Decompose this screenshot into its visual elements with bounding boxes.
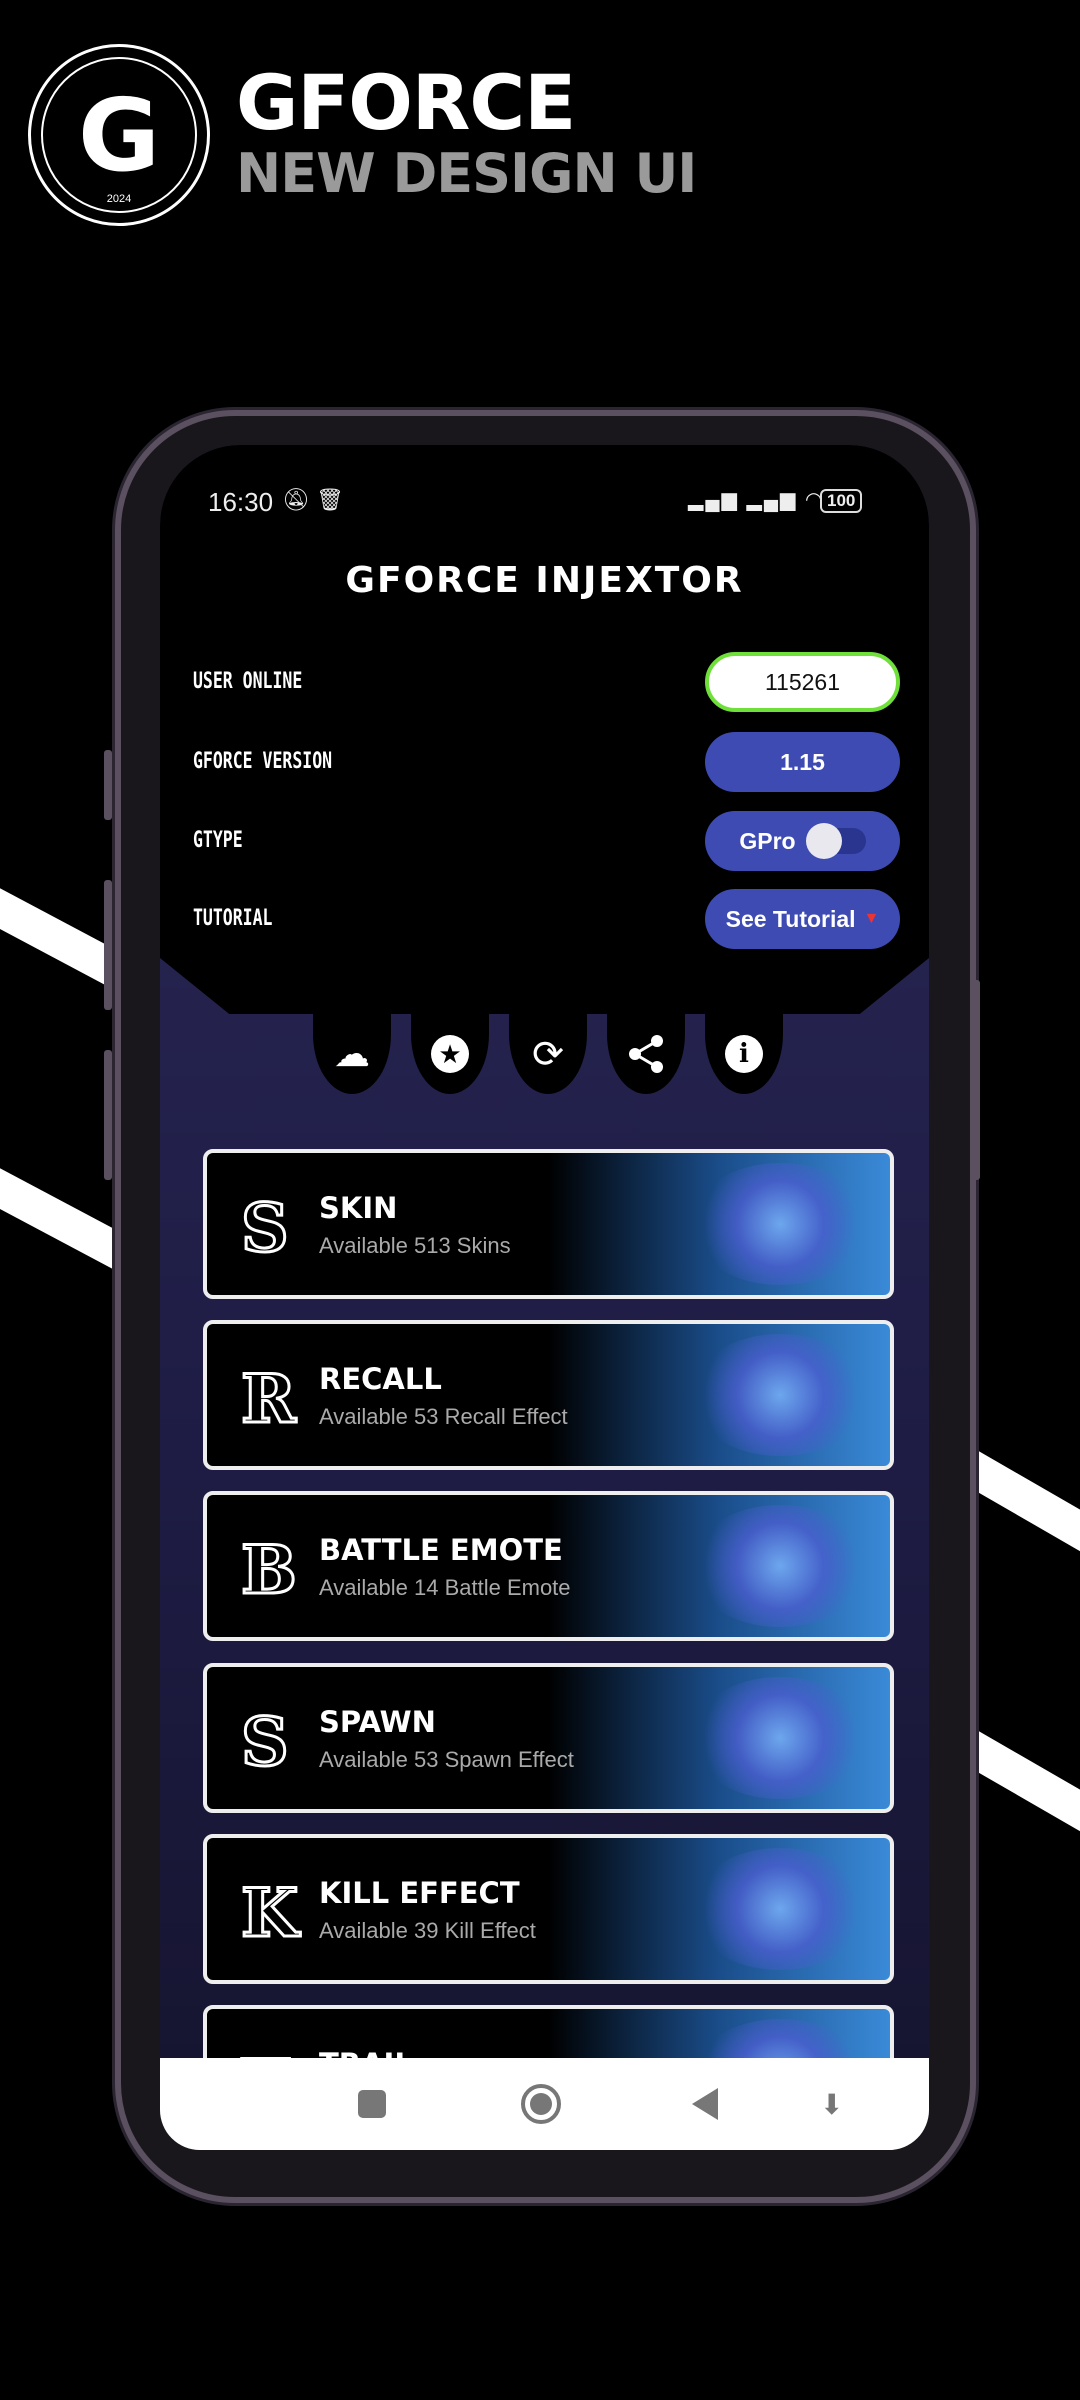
battery-icon: 100 (820, 489, 863, 513)
user-online-value: 115261 (705, 652, 900, 712)
card-battle-emote[interactable]: B BATTLE EMOTE Available 14 Battle Emote (203, 1491, 894, 1641)
tutorial-label: TUTORIAL (193, 906, 273, 931)
kill-effect-artwork (690, 1848, 870, 1970)
logo-letter: G (77, 77, 161, 194)
gtype-toggle[interactable]: GPro (705, 811, 900, 871)
card-spawn[interactable]: S SPAWN Available 53 Spawn Effect (203, 1663, 894, 1813)
back-button[interactable] (692, 2088, 718, 2120)
accessibility-icon[interactable]: ⬇ (820, 2088, 843, 2121)
brand-subtitle: NEW DESIGN UI (236, 142, 697, 205)
card-subtitle: Available 53 Spawn Effect (319, 1747, 574, 1772)
card-letter-icon: S (240, 1188, 291, 1269)
signal-icon: ▂▄▆ ▂▄▆ ◠ (688, 489, 825, 511)
recall-artwork (690, 1334, 870, 1456)
navigation-bar: ⬇ (160, 2058, 929, 2150)
brand-title: GFORCE (236, 58, 576, 147)
header-tab (160, 958, 929, 1014)
card-title: SKIN (319, 1191, 398, 1225)
refresh-button[interactable]: ⟳ (509, 1014, 587, 1094)
card-subtitle: Available 53 Recall Effect (319, 1404, 568, 1429)
user-online-label: USER ONLINE (193, 669, 303, 694)
see-tutorial-button[interactable]: See Tutorial ▼ (705, 889, 900, 949)
emote-artwork (690, 1505, 870, 1627)
card-subtitle: Available 513 Skins (319, 1233, 511, 1258)
phone-screen: 16:30 🔕︎ 🗑︎ ▂▄▆ ▂▄▆ ◠ 100 GFORCE INJEXTO… (160, 445, 929, 2150)
share-icon (629, 1035, 663, 1073)
card-subtitle: Available 39 Kill Effect (319, 1918, 536, 1943)
user-online-count: 115261 (764, 668, 841, 695)
home-dot-icon (530, 2093, 552, 2115)
refresh-icon: ⟳ (532, 1033, 564, 1076)
version-value: 1.15 (705, 732, 900, 792)
recents-button[interactable] (358, 2090, 386, 2118)
cloud-icon: ☁ (334, 1033, 370, 1074)
see-tutorial-label: See Tutorial (725, 905, 856, 932)
card-title: SPAWN (319, 1705, 436, 1739)
star-icon: ★ (431, 1035, 469, 1073)
card-subtitle: Available 14 Battle Emote (319, 1575, 571, 1600)
toggle-thumb (805, 823, 842, 859)
skin-artwork (690, 1163, 870, 1285)
spawn-artwork (690, 1677, 870, 1799)
card-title: BATTLE EMOTE (319, 1533, 563, 1567)
app-title: GFORCE INJEXTOR (345, 560, 744, 601)
logo-year: 2024 (106, 193, 132, 205)
share-button[interactable] (607, 1014, 685, 1094)
version-number: 1.15 (780, 748, 825, 775)
phone-button (972, 980, 980, 1180)
info-button[interactable]: i (705, 1014, 783, 1094)
card-letter-icon: R (240, 1359, 298, 1440)
info-icon: i (725, 1035, 763, 1073)
gtype-value: GPro (739, 827, 796, 854)
card-title: KILL EFFECT (319, 1876, 520, 1910)
card-letter-icon: S (240, 1702, 291, 1783)
cloud-button[interactable]: ☁ (313, 1014, 391, 1094)
version-label: GFORCE VERSION (193, 749, 333, 774)
phone-button (104, 750, 112, 820)
mute-icon: 🔕︎ 🗑︎ (282, 487, 344, 512)
gtype-label: GTYPE (193, 828, 243, 853)
card-title: RECALL (319, 1362, 442, 1396)
gforce-logo: G 2024 (28, 44, 210, 226)
home-button[interactable] (521, 2084, 561, 2124)
phone-button (104, 880, 112, 1010)
card-kill-effect[interactable]: K KILL EFFECT Available 39 Kill Effect (203, 1834, 894, 1984)
card-letter-icon: K (239, 1873, 299, 1954)
phone-button (104, 1050, 112, 1180)
favorite-button[interactable]: ★ (411, 1014, 489, 1094)
card-letter-icon: B (240, 1530, 299, 1611)
caret-down-icon: ▼ (863, 910, 880, 927)
card-recall[interactable]: R RECALL Available 53 Recall Effect (203, 1320, 894, 1470)
card-skin[interactable]: S SKIN Available 513 Skins (203, 1149, 894, 1299)
status-time: 16:30 (208, 487, 274, 517)
toggle-switch[interactable] (805, 823, 866, 859)
